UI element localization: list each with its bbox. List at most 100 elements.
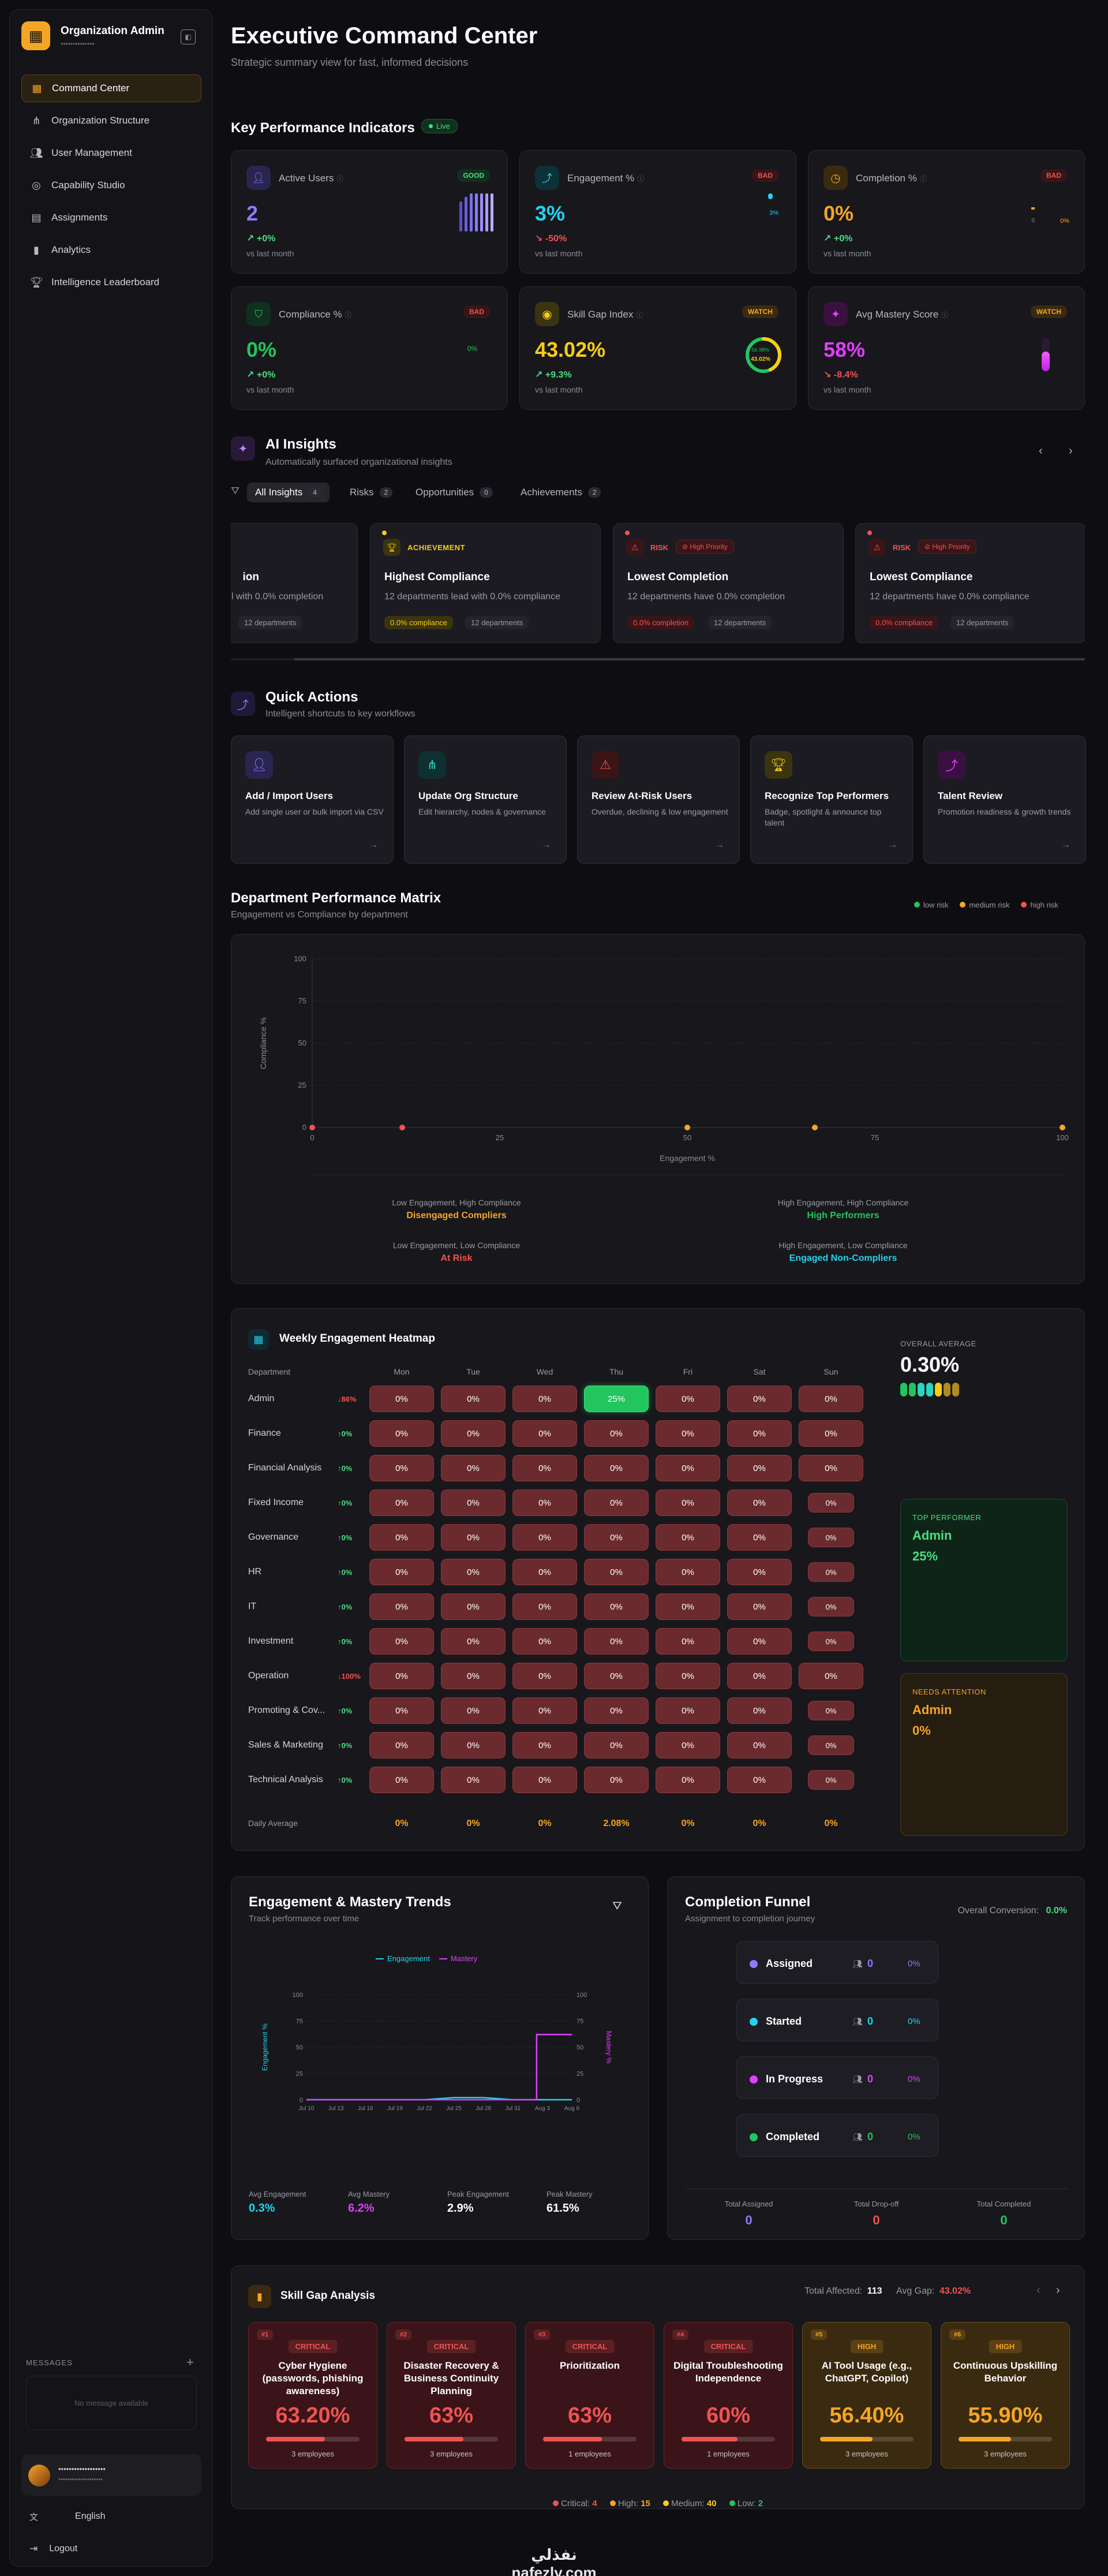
heatmap-cell[interactable]: 0%: [369, 1628, 434, 1655]
kpi-card-active-users[interactable]: 👤︎ Active Users ⓘ GOOD 2 ↗ +0% vs last m…: [231, 150, 508, 274]
heatmap-cell[interactable]: 0%: [512, 1732, 577, 1759]
heatmap-cell[interactable]: 0%: [441, 1593, 506, 1620]
insight-card[interactable]: ⚠ RISK ⊘ High Priority Lowest Completion…: [613, 523, 844, 643]
heatmap-cell[interactable]: 0%: [369, 1559, 434, 1585]
heatmap-cell[interactable]: 0%: [727, 1420, 792, 1447]
heatmap-cell[interactable]: 0%: [808, 1701, 854, 1720]
heatmap-cell[interactable]: 0%: [512, 1559, 577, 1585]
heatmap-cell[interactable]: 0%: [441, 1767, 506, 1793]
heatmap-cell[interactable]: 0%: [799, 1420, 863, 1447]
heatmap-cell[interactable]: 0%: [584, 1663, 649, 1689]
heatmap-cell[interactable]: 0%: [727, 1559, 792, 1585]
heatmap-cell[interactable]: 0%: [584, 1489, 649, 1516]
heatmap-cell[interactable]: 0%: [369, 1697, 434, 1724]
heatmap-cell[interactable]: 0%: [441, 1559, 506, 1585]
heatmap-cell[interactable]: 0%: [584, 1420, 649, 1447]
heatmap-cell[interactable]: 0%: [656, 1455, 720, 1481]
heatmap-cell[interactable]: 0%: [808, 1528, 854, 1547]
insights-scrollbar[interactable]: [231, 658, 1085, 660]
skill-gap-item[interactable]: #4 CRITICAL Digital Troubleshooting Indepe…: [664, 2322, 793, 2469]
skill-gap-item[interactable]: #3 CRITICAL Prioritization 63% 1 employees: [525, 2322, 654, 2469]
sidebar-item-organization-structure[interactable]: ⋔ Organization Structure: [21, 107, 201, 135]
heatmap-cell[interactable]: 0%: [727, 1732, 792, 1759]
heatmap-cell[interactable]: 0%: [584, 1732, 649, 1759]
heatmap-cell[interactable]: 0%: [656, 1593, 720, 1620]
heatmap-cell[interactable]: 0%: [727, 1524, 792, 1551]
heatmap-cell[interactable]: 0%: [369, 1593, 434, 1620]
matrix-point[interactable]: [399, 1125, 405, 1130]
insights-next-icon[interactable]: ›: [1069, 445, 1073, 458]
sidebar-item-intelligence-leaderboard[interactable]: 🏆︎ Intelligence Leaderboard: [21, 268, 201, 296]
kpi-card-completion[interactable]: ◷ Completion % ⓘ BAD 0% ↗ +0% vs last mo…: [808, 150, 1085, 274]
heatmap-cell[interactable]: 0%: [808, 1632, 854, 1651]
funnel-stage-completed[interactable]: Completed 👥︎ 0 0%: [736, 2114, 938, 2157]
heatmap-cell[interactable]: 0%: [441, 1489, 506, 1516]
filter-icon[interactable]: ⛛: [231, 485, 239, 497]
sidebar-item-capability-studio[interactable]: ◎ Capability Studio: [21, 171, 201, 199]
kpi-card-compliance[interactable]: ⛉ Compliance % ⓘ BAD 0% ↗ +0% vs last mo…: [231, 286, 508, 410]
funnel-stage-in-progress[interactable]: In Progress 👥︎ 0 0%: [736, 2056, 938, 2099]
heatmap-cell[interactable]: 0%: [441, 1628, 506, 1655]
kpi-card-skill-gap[interactable]: ◉ Skill Gap Index ⓘ WATCH 43.02% ↗ +9.3%…: [519, 286, 796, 410]
heatmap-cell[interactable]: 0%: [799, 1663, 863, 1689]
heatmap-cell[interactable]: 0%: [656, 1767, 720, 1793]
heatmap-cell[interactable]: 0%: [512, 1524, 577, 1551]
heatmap-cell[interactable]: 0%: [512, 1767, 577, 1793]
skill-next-icon[interactable]: ›: [1056, 2284, 1060, 2297]
heatmap-cell[interactable]: 0%: [808, 1770, 854, 1790]
heatmap-cell[interactable]: 0%: [727, 1386, 792, 1412]
heatmap-cell[interactable]: 0%: [727, 1489, 792, 1516]
user-profile[interactable]: •••••••••••••••••• ••••••••••••••••••••: [21, 2454, 201, 2496]
kpi-card-engagement[interactable]: ⤴ Engagement % ⓘ BAD 3% ↘ -50% vs last m…: [519, 150, 796, 274]
skill-gap-item[interactable]: #1 CRITICAL Cyber Hygiene (passwords, phis…: [248, 2322, 377, 2469]
skill-gap-item[interactable]: #6 HIGH Continuous Upskilling Behavior 55.9…: [941, 2322, 1070, 2469]
matrix-point[interactable]: [684, 1125, 690, 1130]
heatmap-cell[interactable]: 0%: [656, 1732, 720, 1759]
funnel-stage-started[interactable]: Started 👥︎ 0 0%: [736, 1999, 938, 2041]
heatmap-cell[interactable]: 0%: [441, 1386, 506, 1412]
language-selector[interactable]: 文 English: [21, 2505, 201, 2528]
heatmap-cell[interactable]: 0%: [727, 1663, 792, 1689]
tab-achievements[interactable]: Achievements 2: [512, 483, 609, 502]
insight-card[interactable]: ion l with 0.0% completion 12 department…: [231, 523, 358, 643]
heatmap-cell[interactable]: 0%: [799, 1455, 863, 1481]
heatmap-cell[interactable]: 0%: [512, 1593, 577, 1620]
heatmap-cell[interactable]: 0%: [441, 1663, 506, 1689]
tab-all-insights[interactable]: All Insights 4: [247, 483, 330, 502]
heatmap-cell[interactable]: 0%: [584, 1455, 649, 1481]
heatmap-cell[interactable]: 0%: [584, 1697, 649, 1724]
heatmap-cell[interactable]: 0%: [584, 1559, 649, 1585]
heatmap-cell[interactable]: 0%: [727, 1593, 792, 1620]
heatmap-cell[interactable]: 0%: [656, 1559, 720, 1585]
heatmap-cell[interactable]: 0%: [727, 1628, 792, 1655]
update-org-structure-button[interactable]: ⋔ Update Org Structure Edit hierarchy, n…: [404, 736, 567, 864]
heatmap-cell[interactable]: 0%: [441, 1455, 506, 1481]
heatmap-cell[interactable]: 0%: [441, 1697, 506, 1724]
tab-risks[interactable]: Risks 2: [342, 483, 400, 502]
heatmap-cell[interactable]: 0%: [369, 1455, 434, 1481]
heatmap-cell[interactable]: 0%: [512, 1489, 577, 1516]
heatmap-cell[interactable]: 0%: [727, 1767, 792, 1793]
heatmap-cell[interactable]: 0%: [656, 1697, 720, 1724]
insight-card[interactable]: 🏆︎ ACHIEVEMENT Highest Compliance 12 dep…: [370, 523, 601, 643]
heatmap-cell[interactable]: 0%: [512, 1420, 577, 1447]
heatmap-cell[interactable]: 0%: [808, 1597, 854, 1616]
heatmap-cell[interactable]: 0%: [656, 1524, 720, 1551]
heatmap-cell[interactable]: 0%: [584, 1593, 649, 1620]
heatmap-cell[interactable]: 0%: [656, 1386, 720, 1412]
heatmap-cell[interactable]: 0%: [808, 1735, 854, 1755]
heatmap-cell[interactable]: 0%: [656, 1663, 720, 1689]
heatmap-cell[interactable]: 0%: [808, 1493, 854, 1513]
sidebar-item-user-management[interactable]: 👥︎ User Management: [21, 139, 201, 167]
tab-opportunities[interactable]: Opportunities 0: [407, 483, 501, 502]
heatmap-cell[interactable]: 0%: [369, 1420, 434, 1447]
heatmap-cell[interactable]: 0%: [727, 1697, 792, 1724]
heatmap-cell[interactable]: 0%: [584, 1524, 649, 1551]
recognize-top-performers-button[interactable]: 🏆︎ Recognize Top Performers Badge, spotl…: [750, 736, 913, 864]
heatmap-cell[interactable]: 0%: [584, 1767, 649, 1793]
add-import-users-button[interactable]: 👤︎ Add / Import Users Add single user or…: [231, 736, 394, 864]
insights-prev-icon[interactable]: ‹: [1039, 445, 1043, 458]
heatmap-cell[interactable]: 0%: [512, 1455, 577, 1481]
heatmap-cell[interactable]: 0%: [512, 1697, 577, 1724]
heatmap-cell[interactable]: 0%: [369, 1663, 434, 1689]
